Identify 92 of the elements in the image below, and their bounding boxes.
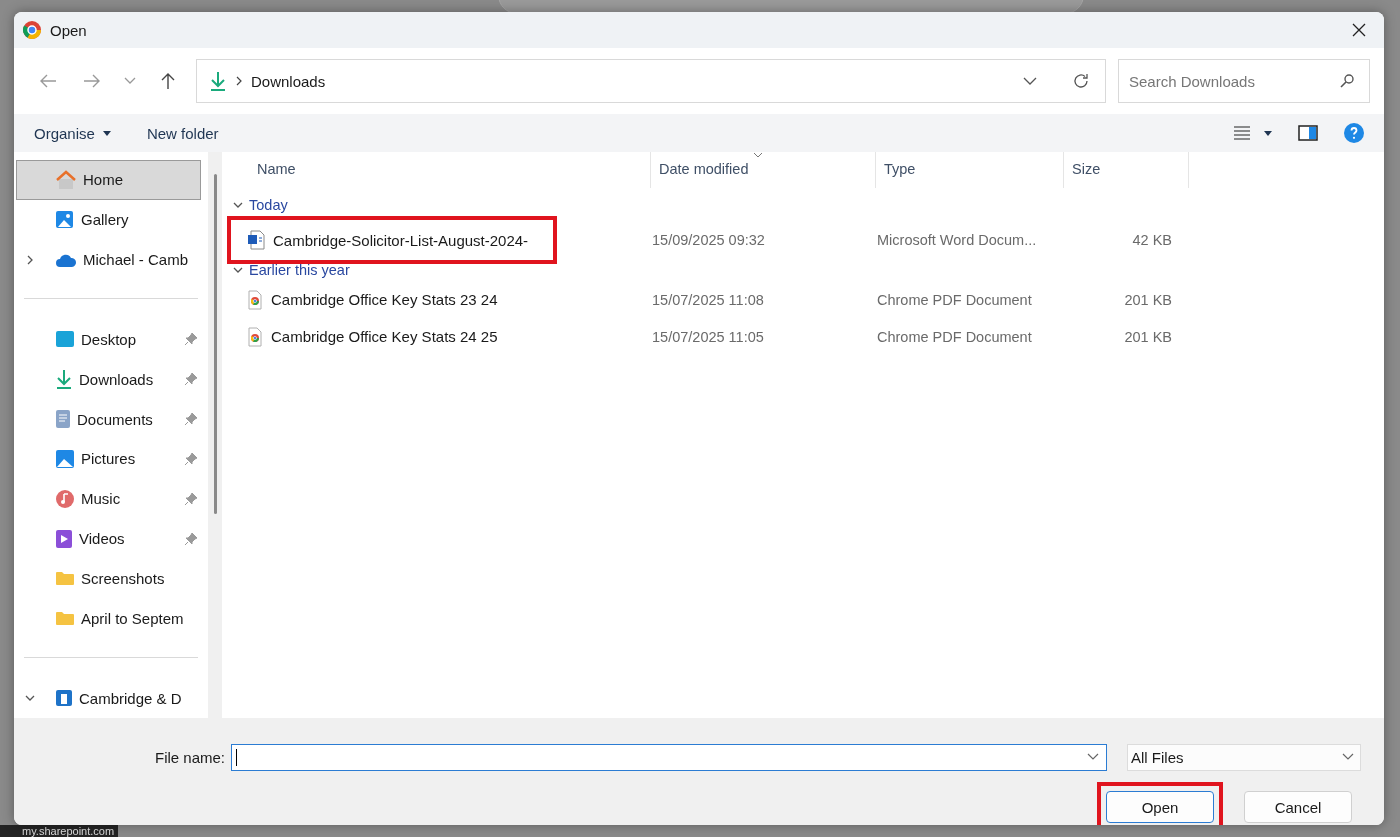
preview-pane-icon (1298, 125, 1318, 141)
file-name: Cambridge-Solicitor-List-August-2024- (273, 231, 529, 249)
left-arrow-icon (39, 73, 57, 89)
pin-icon (184, 531, 198, 546)
nav-item[interactable]: Screenshots (16, 558, 201, 599)
folder-icon (55, 610, 75, 627)
preview-pane-button[interactable] (1298, 125, 1318, 141)
music-icon (55, 488, 75, 509)
building-icon (55, 689, 73, 707)
video-icon (55, 528, 73, 549)
file-name-cell[interactable]: Cambridge Office Key Stats 24 25 (227, 322, 644, 351)
cancel-button[interactable]: Cancel (1244, 791, 1352, 823)
dropdown-triangle-icon (102, 130, 111, 136)
new-folder-button[interactable]: New folder (146, 124, 219, 142)
view-options-button[interactable] (1234, 126, 1272, 140)
word-document-icon (247, 230, 265, 250)
file-name: Cambridge Office Key Stats 24 25 (271, 328, 498, 345)
refresh-icon (1072, 72, 1090, 90)
date-cell-text: 15/07/2025 11:05 (651, 328, 765, 345)
size-cell-text: 42 KB (1131, 232, 1173, 248)
chevron-down-icon (233, 265, 243, 275)
nav-item[interactable]: Desktop (16, 319, 201, 360)
chevron-right-icon (235, 76, 243, 86)
pin-icon (184, 372, 198, 387)
help-icon (1344, 123, 1364, 143)
help-button[interactable] (1344, 123, 1364, 143)
chrome-document-icon (247, 289, 263, 310)
organise-menu[interactable]: Organise (34, 124, 111, 142)
nav-item[interactable]: Gallery (16, 199, 201, 240)
chevron-down-icon (124, 77, 136, 85)
open-button[interactable]: Open (1106, 791, 1214, 823)
chevron-right-icon (25, 254, 35, 265)
date-cell-text: 15/09/2025 09:32 (651, 232, 766, 248)
chrome-document-icon (247, 326, 263, 347)
size-cell-text: 201 KB (1123, 328, 1173, 345)
file-name: Cambridge Office Key Stats 23 24 (271, 291, 498, 308)
list-icon (1234, 126, 1250, 140)
pin-icon (184, 412, 198, 427)
download-icon (55, 369, 73, 390)
group-header[interactable]: Today (229, 188, 1384, 216)
right-arrow-icon (83, 73, 101, 89)
folder-icon (55, 570, 75, 587)
nav-item[interactable]: Videos (16, 518, 201, 559)
nav-item[interactable]: Downloads (16, 359, 201, 400)
group-label: Today (249, 197, 288, 213)
column-header[interactable]: Name (229, 152, 651, 188)
nav-item[interactable]: Documents (16, 399, 201, 439)
nav-item[interactable]: Pictures (16, 438, 201, 479)
path-text: Downloads (251, 72, 327, 90)
type-cell-text: Chrome PDF Document (876, 291, 1033, 308)
chevron-down-icon (25, 693, 35, 703)
scrollbar-thumb[interactable] (213, 174, 217, 514)
date-cell-text: 15/07/2025 11:08 (651, 291, 765, 308)
chevron-down-icon (1023, 77, 1037, 85)
document-icon (55, 409, 71, 430)
nav-item[interactable]: Cambridge & D (16, 678, 201, 718)
file-type-dropdown[interactable]: All Files (1127, 743, 1361, 771)
chevron-down-icon (233, 200, 243, 210)
dropdown-triangle-icon (1264, 130, 1272, 136)
group-label: Earlier this year (249, 262, 350, 278)
type-cell-text: Chrome PDF Document (876, 328, 1033, 345)
up-arrow-icon (160, 72, 176, 90)
nav-item[interactable]: Home (16, 160, 201, 200)
desktop-icon (55, 330, 75, 349)
type-cell-text: Microsoft Word Docum... (876, 232, 1038, 248)
column-header[interactable]: Date modified (651, 152, 876, 188)
address-bar[interactable]: Downloads (196, 59, 1106, 103)
status-url: my.sharepoint.com (0, 825, 119, 837)
search-field[interactable]: Search Downloads (1118, 59, 1370, 103)
pin-icon (184, 451, 198, 466)
download-icon (209, 71, 227, 91)
nav-item[interactable]: Music (16, 478, 201, 519)
file-name-label: File name: (154, 748, 225, 766)
file-name-field[interactable] (231, 743, 1107, 771)
gallery-icon (55, 209, 75, 230)
nav-item[interactable]: Michael - Camb (16, 239, 201, 280)
chrome-icon (22, 20, 42, 40)
picture-icon (55, 448, 75, 469)
close-icon (1352, 23, 1366, 37)
nav-item[interactable]: April to Septem (16, 598, 201, 639)
size-cell-text: 201 KB (1123, 291, 1173, 308)
chevron-down-icon (1342, 753, 1354, 761)
search-icon (1340, 74, 1354, 88)
highlight-frame[interactable]: Cambridge-Solicitor-List-August-2024- (227, 216, 557, 264)
home-icon (55, 168, 77, 191)
pin-icon (184, 491, 198, 506)
pin-icon (184, 332, 198, 347)
column-header[interactable]: Size (1064, 152, 1189, 188)
column-header[interactable]: Type (876, 152, 1064, 188)
file-name-cell[interactable]: Cambridge Office Key Stats 23 24 (227, 285, 644, 314)
window-title: Open (50, 21, 88, 39)
chevron-down-icon[interactable] (1087, 752, 1099, 761)
